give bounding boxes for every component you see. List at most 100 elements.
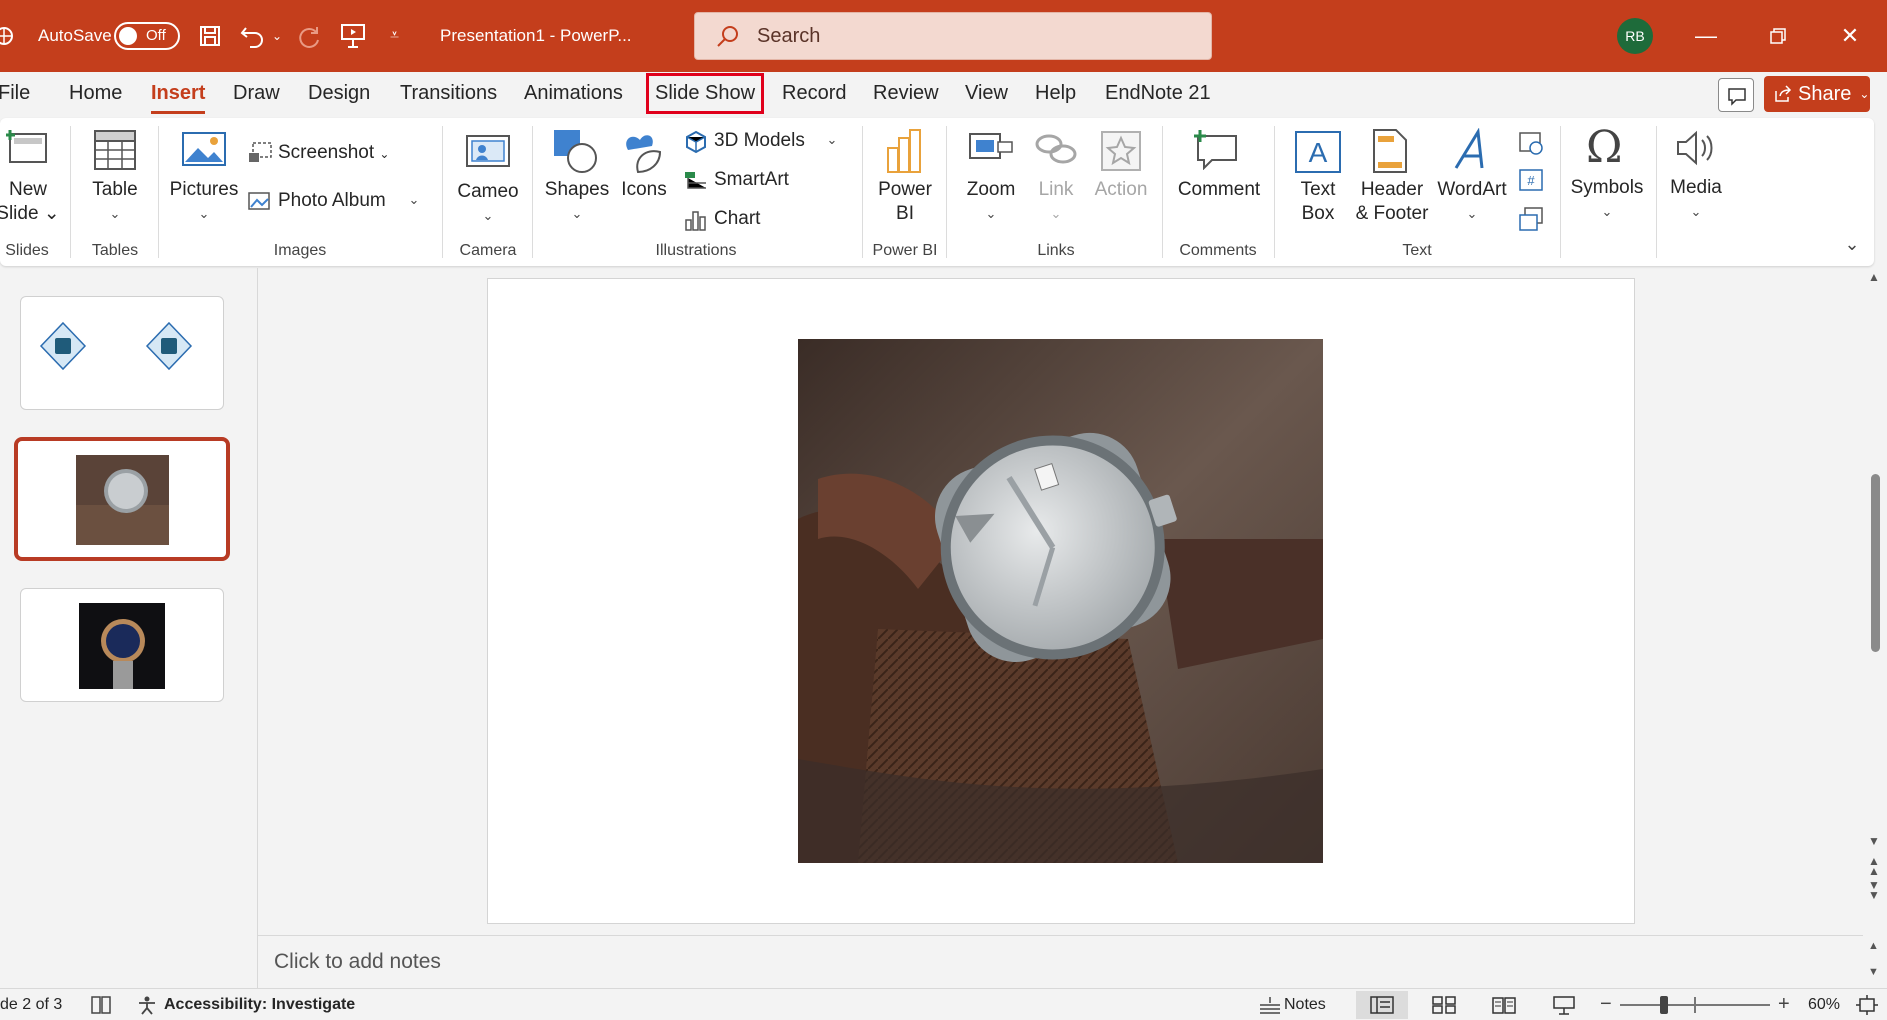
text-box-label-2: Box: [1301, 203, 1335, 224]
tab-view[interactable]: View: [965, 82, 1008, 105]
symbols-label: Symbols: [1570, 177, 1644, 198]
symbols-button[interactable]: Symbols: [1571, 176, 1644, 200]
table-dropdown-icon[interactable]: ⌄: [110, 206, 121, 222]
chart-button[interactable]: Chart: [714, 208, 760, 230]
shapes-dropdown-icon[interactable]: ⌄: [572, 206, 583, 222]
accessibility-icon[interactable]: [136, 995, 158, 1015]
share-button[interactable]: Share ⌄: [1764, 76, 1870, 112]
tab-transitions[interactable]: Transitions: [400, 82, 497, 105]
tab-review[interactable]: Review: [873, 82, 939, 105]
new-slide-button[interactable]: New Slide ⌄: [0, 178, 60, 226]
watch-picture[interactable]: [798, 339, 1323, 863]
notes-scroll-up-icon[interactable]: ▲: [1868, 940, 1879, 952]
ribbon-collapse-icon[interactable]: ⌄: [1844, 234, 1859, 255]
group-separator: [1656, 126, 1657, 258]
icons-button[interactable]: Icons: [621, 178, 666, 202]
slide-show-view-icon[interactable]: [1552, 995, 1576, 1015]
cameo-button[interactable]: Cameo: [457, 180, 518, 204]
table-button[interactable]: Table: [92, 178, 137, 202]
cameo-dropdown-icon[interactable]: ⌄: [483, 208, 494, 224]
zoom-out-icon[interactable]: −: [1600, 993, 1612, 1016]
notes-toggle-button[interactable]: Notes: [1284, 996, 1326, 1014]
header-footer-button[interactable]: Header & Footer: [1356, 178, 1429, 226]
object-icon[interactable]: [1518, 206, 1544, 232]
tab-help[interactable]: Help: [1035, 82, 1076, 105]
text-box-button[interactable]: Text Box: [1301, 178, 1336, 226]
link-button[interactable]: Link: [1039, 178, 1074, 202]
restore-icon[interactable]: [1760, 18, 1796, 54]
accessibility-status[interactable]: Accessibility: Investigate: [164, 996, 355, 1014]
close-icon[interactable]: ✕: [1832, 18, 1868, 54]
notes-scroll-down-icon[interactable]: ▼: [1868, 966, 1879, 978]
zoom-level[interactable]: 60%: [1808, 996, 1840, 1014]
tab-insert[interactable]: Insert: [151, 82, 206, 114]
undo-icon[interactable]: [240, 24, 266, 48]
icons-icon: [626, 135, 662, 174]
tab-record[interactable]: Record: [782, 82, 846, 105]
wordart-dropdown-icon[interactable]: ⌄: [1467, 206, 1478, 222]
reading-view-icon[interactable]: [1492, 996, 1516, 1014]
tab-slide-show[interactable]: Slide Show: [645, 73, 765, 114]
group-tables-label: Tables: [91, 242, 139, 259]
screenshot-button[interactable]: Screenshot ⌄: [278, 142, 389, 164]
zoom-dropdown-icon[interactable]: ⌄: [986, 206, 997, 222]
photo-album-button[interactable]: Photo Album: [278, 190, 386, 212]
customize-toolbar-icon[interactable]: ⩡: [390, 0, 399, 72]
vertical-scrollbar[interactable]: ▲ ▼ ▲ ▲ ▼ ▼ ▲ ▼: [1864, 268, 1887, 988]
tab-home[interactable]: Home: [69, 82, 122, 105]
group-camera-label: Camera: [459, 242, 517, 259]
group-text-label: Text: [1402, 242, 1432, 259]
slide-sorter-icon[interactable]: [1432, 996, 1456, 1014]
avatar[interactable]: RB: [1617, 18, 1653, 54]
media-dropdown-icon[interactable]: ⌄: [1691, 204, 1702, 220]
zoom-button[interactable]: Zoom: [967, 178, 1016, 202]
power-bi-button[interactable]: Power BI: [878, 178, 932, 226]
status-bar: de 2 of 3 Accessibility: Investigate Not…: [0, 988, 1887, 1020]
action-button[interactable]: Action: [1095, 178, 1148, 202]
slide-thumbnail-1[interactable]: [20, 296, 224, 410]
slide-canvas[interactable]: [487, 278, 1635, 924]
search-input[interactable]: Search: [694, 12, 1212, 60]
shapes-button[interactable]: Shapes: [545, 178, 609, 202]
scroll-up-icon[interactable]: ▲: [1868, 270, 1880, 284]
photo-album-dropdown-icon[interactable]: ⌄: [409, 192, 420, 208]
svg-text:#: #: [1527, 173, 1535, 188]
tab-file[interactable]: File: [0, 82, 30, 105]
tab-design[interactable]: Design: [308, 82, 370, 105]
symbols-dropdown-icon[interactable]: ⌄: [1602, 204, 1613, 220]
zoom-in-icon[interactable]: +: [1778, 993, 1790, 1016]
zoom-slider-thumb[interactable]: [1660, 996, 1668, 1014]
autosave-toggle[interactable]: Off: [114, 22, 180, 50]
date-time-icon[interactable]: [1518, 130, 1544, 156]
tab-draw[interactable]: Draw: [233, 82, 280, 105]
fit-to-window-icon[interactable]: [1856, 995, 1878, 1015]
tab-endnote[interactable]: EndNote 21: [1105, 82, 1211, 105]
scroll-down-icon[interactable]: ▼: [1868, 834, 1880, 848]
slide-number-icon[interactable]: #: [1518, 168, 1544, 192]
smartart-label: SmartArt: [714, 169, 789, 190]
link-dropdown-icon[interactable]: ⌄: [1051, 206, 1062, 222]
present-icon[interactable]: [340, 22, 366, 50]
scrollbar-thumb[interactable]: [1871, 474, 1880, 652]
minimize-icon[interactable]: —: [1688, 18, 1724, 54]
slide-thumbnail-3[interactable]: [20, 588, 224, 702]
3d-models-dropdown-icon[interactable]: ⌄: [827, 132, 838, 148]
normal-view-button[interactable]: [1356, 991, 1408, 1019]
spelling-icon[interactable]: [90, 995, 112, 1015]
undo-dropdown-icon[interactable]: ⌄: [272, 0, 282, 72]
power-bi-icon: [887, 129, 921, 173]
previous-slide-icon[interactable]: ▲ ▲: [1868, 855, 1880, 877]
save-icon[interactable]: [198, 24, 222, 48]
pictures-button[interactable]: Pictures: [170, 178, 239, 202]
wordart-button[interactable]: WordArt: [1437, 178, 1506, 202]
pictures-dropdown-icon[interactable]: ⌄: [199, 206, 210, 222]
3d-models-button[interactable]: 3D Models: [714, 130, 805, 152]
comment-button[interactable]: Comment: [1178, 178, 1260, 202]
notes-pane[interactable]: Click to add notes: [258, 935, 1863, 987]
media-button[interactable]: Media: [1670, 176, 1722, 200]
slide-thumbnail-2[interactable]: [14, 437, 230, 561]
smartart-button[interactable]: SmartArt: [714, 169, 789, 191]
next-slide-icon[interactable]: ▼ ▼: [1868, 879, 1880, 901]
tab-animations[interactable]: Animations: [524, 82, 623, 105]
comments-button[interactable]: [1718, 78, 1754, 112]
